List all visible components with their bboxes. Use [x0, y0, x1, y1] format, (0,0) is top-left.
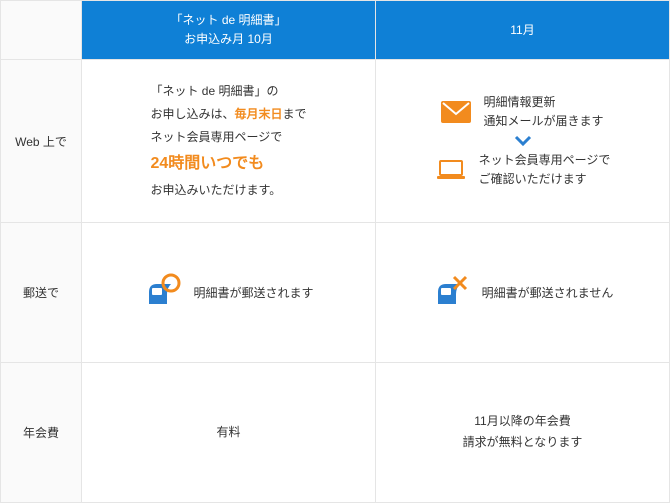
- header-rowhead: [1, 1, 81, 59]
- row-fee: 年会費 有料 11月以降の年会費 請求が無料となります: [1, 362, 669, 502]
- mail-no-text: 明細書が郵送されません: [482, 284, 614, 301]
- chevron-down-icon: [514, 135, 532, 147]
- step-mail: 明細情報更新 通知メールが届きます: [441, 93, 603, 131]
- header-row: 「ネット de 明細書」 お申込み月 10月 11月: [1, 1, 669, 59]
- header-col-november: 11月: [375, 1, 669, 59]
- rowhead-mail: 郵送で: [1, 223, 81, 362]
- web-apply-text: 「ネット de 明細書」の お申し込みは、毎月末日まで ネット会員専用ページで …: [150, 80, 306, 202]
- fee-free-line2: 請求が無料となります: [463, 435, 583, 449]
- rowhead-web: Web 上で: [1, 60, 81, 222]
- mailbox-no-icon: [432, 272, 472, 312]
- mailbox-yes-icon: [143, 272, 183, 312]
- cell-fee-november: 11月以降の年会費 請求が無料となります: [375, 363, 669, 502]
- step-page: ネット会員専用ページで ご確認いただけます: [435, 151, 611, 189]
- header-nov-label: 11月: [510, 21, 534, 40]
- mail-yes-text: 明細書が郵送されます: [193, 284, 313, 301]
- header-col-october: 「ネット de 明細書」 お申込み月 10月: [81, 1, 375, 59]
- row-mail: 郵送で 明細書が郵送されます: [1, 222, 669, 362]
- envelope-icon: [441, 101, 471, 123]
- header-oct-line2: お申込み月 10月: [184, 32, 273, 46]
- rowhead-fee: 年会費: [1, 363, 81, 502]
- cell-mail-october: 明細書が郵送されます: [81, 223, 375, 362]
- cell-web-november: 明細情報更新 通知メールが届きます ネット会員専用ページで ご確認いただけます: [375, 60, 669, 222]
- fee-paid-text: 有料: [216, 425, 240, 439]
- cell-fee-october: 有料: [81, 363, 375, 502]
- fee-free-line1: 11月以降の年会費: [474, 414, 570, 428]
- cell-web-october: 「ネット de 明細書」の お申し込みは、毎月末日まで ネット会員専用ページで …: [81, 60, 375, 222]
- row-web: Web 上で 「ネット de 明細書」の お申し込みは、毎月末日まで ネット会員…: [1, 59, 669, 222]
- schedule-table: 「ネット de 明細書」 お申込み月 10月 11月 Web 上で 「ネット d…: [0, 0, 670, 503]
- laptop-icon: [435, 159, 467, 181]
- header-oct-line1: 「ネット de 明細書」: [170, 13, 286, 27]
- cell-mail-november: 明細書が郵送されません: [375, 223, 669, 362]
